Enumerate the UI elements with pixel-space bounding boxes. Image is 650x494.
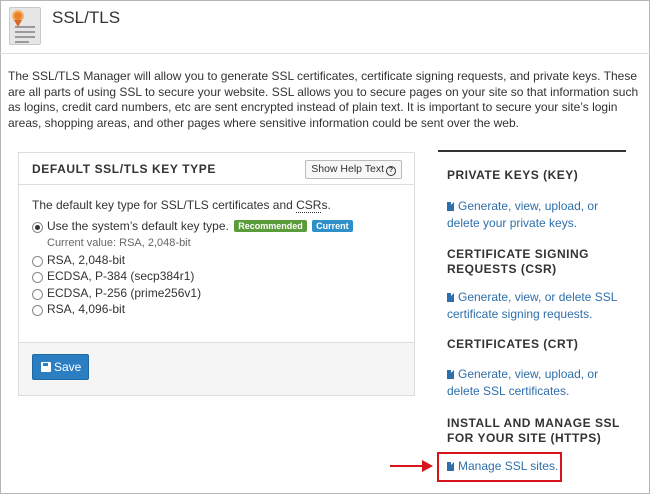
radio-button[interactable] [32,305,43,316]
key-type-option-rsa-4096[interactable]: RSA, 4,096-bit [32,302,401,319]
option-label: Use the system’s default key type. [47,219,229,233]
radio-button[interactable] [32,272,43,283]
sidebar-top-rule [438,150,626,152]
default-key-type-panel: DEFAULT SSL/TLS KEY TYPE Show Help Text?… [18,152,415,396]
certificates-link[interactable]: Generate, view, upload, or delete SSL ce… [447,366,627,400]
key-type-option-ecdsa-p384[interactable]: ECDSA, P-384 (secp384r1) [32,269,401,286]
radio-button-checked[interactable] [32,222,43,233]
document-icon [447,293,454,302]
panel-title: DEFAULT SSL/TLS KEY TYPE [32,162,216,176]
annotation-highlight-box [437,452,562,482]
key-type-option-ecdsa-p256[interactable]: ECDSA, P-256 (prime256v1) [32,286,401,303]
private-keys-link[interactable]: Generate, view, upload, or delete your p… [447,198,627,232]
csr-link[interactable]: Generate, view, or delete SSL certificat… [447,289,627,323]
help-button-label: Show Help Text [311,163,384,175]
intro-text: The SSL/TLS Manager will allow you to ge… [8,69,639,130]
option-label: ECDSA, P-256 (prime256v1) [47,285,202,300]
save-button-label: Save [54,360,82,374]
certificate-icon [9,7,41,45]
save-button[interactable]: Save [32,354,89,380]
private-keys-heading: PRIVATE KEYS (KEY) [447,168,579,182]
floppy-disk-icon [41,362,51,372]
annotation-arrow-icon [390,465,423,467]
recommended-badge: Recommended [234,220,307,232]
panel-footer: Save [19,342,414,395]
radio-button[interactable] [32,288,43,300]
question-circle-icon: ? [386,166,396,176]
page-title: SSL/TLS [52,8,121,27]
radio-button[interactable] [32,255,43,267]
panel-description: The default key type for SSL/TLS certifi… [32,198,331,213]
document-icon [447,370,454,379]
option-label: RSA, 2,048-bit [47,252,126,267]
option-label: ECDSA, P-384 (secp384r1) [47,269,195,283]
csr-abbreviation[interactable]: CSR [296,198,322,213]
current-value-text: Current value: RSA, 2,048-bit [47,236,191,249]
current-badge: Current [312,220,353,232]
option-label: RSA, 4,096-bit [47,302,126,316]
annotation-arrowhead-icon [422,460,433,472]
title-divider [0,53,650,54]
certificates-heading: CERTIFICATES (CRT) [447,337,579,351]
key-type-option-system-default[interactable]: Use the system’s default key type. Recom… [32,219,401,236]
install-manage-heading: INSTALL AND MANAGE SSL FOR YOUR SITE (HT… [447,416,620,445]
panel-header: DEFAULT SSL/TLS KEY TYPE Show Help Text? [19,153,414,185]
key-type-option-rsa-2048[interactable]: RSA, 2,048-bit [32,253,401,270]
show-help-text-button[interactable]: Show Help Text? [305,160,402,179]
document-icon [447,202,454,211]
csr-heading: CERTIFICATE SIGNING REQUESTS (CSR) [447,247,589,276]
